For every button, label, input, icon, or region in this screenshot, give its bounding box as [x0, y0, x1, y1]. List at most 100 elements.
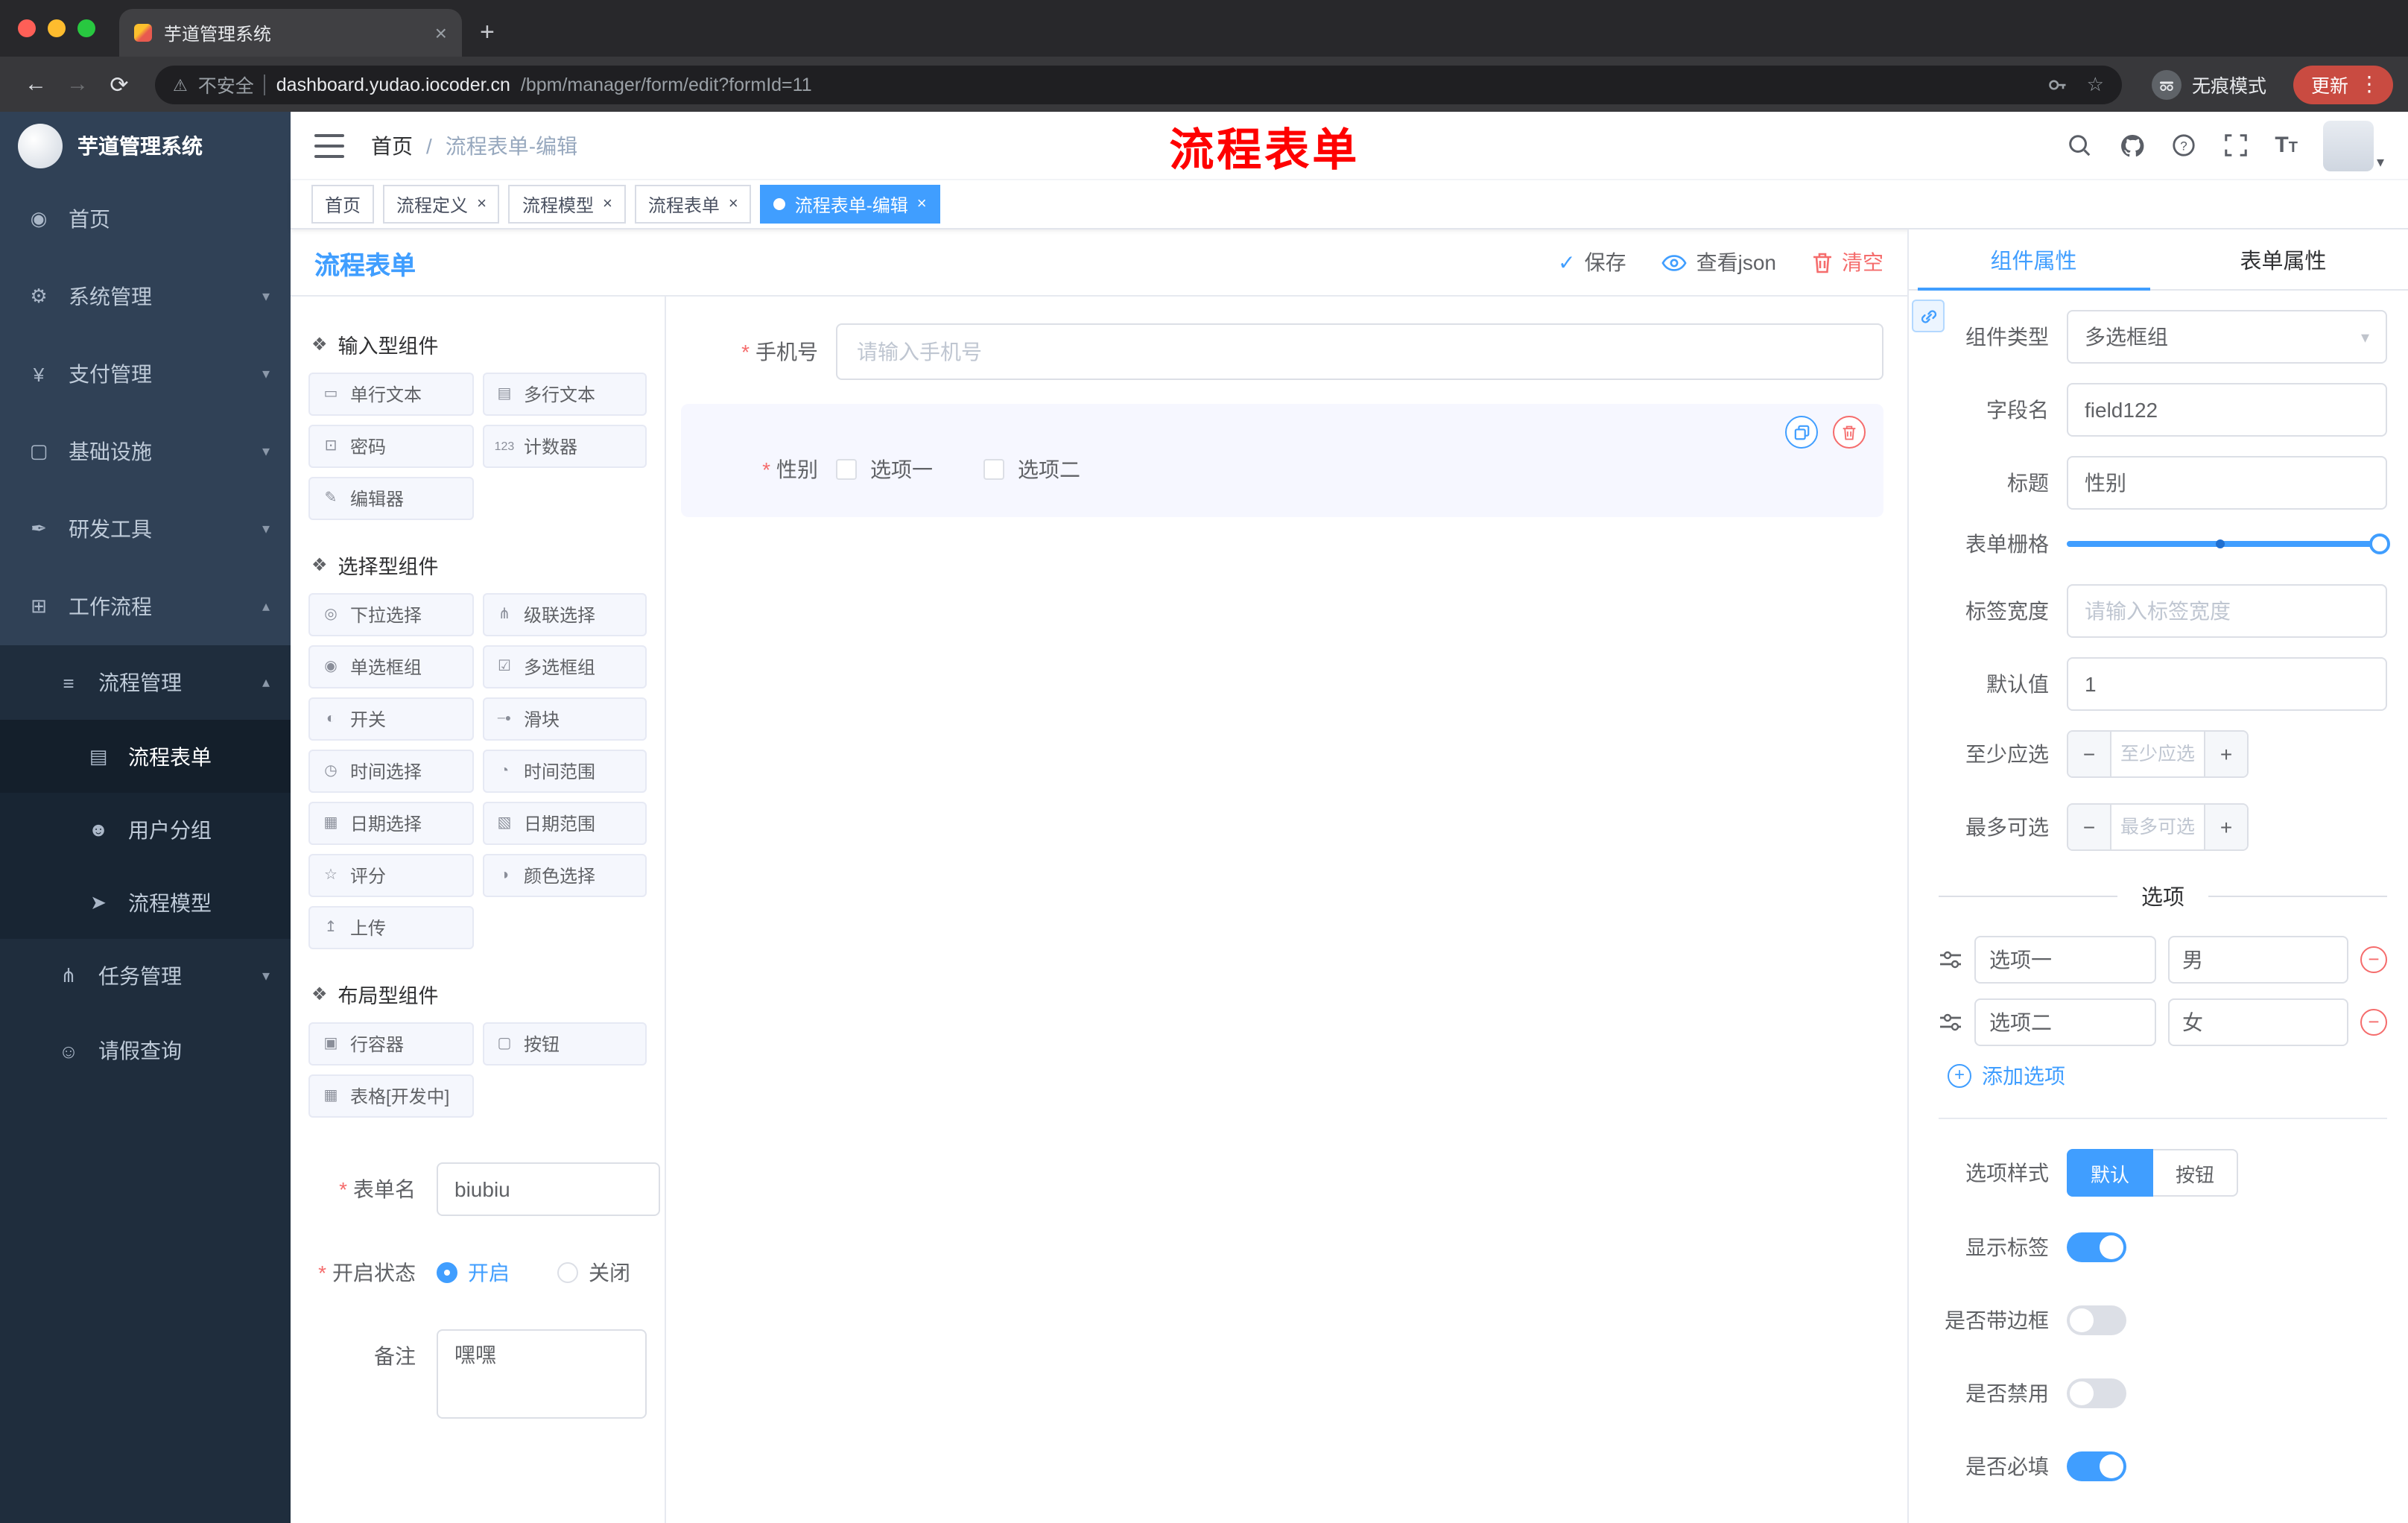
tag-close-icon[interactable] [603, 195, 612, 213]
palette-item-checkbox-group[interactable]: ☑ 多选框组 [482, 645, 647, 688]
font-size-icon[interactable]: TT [2275, 133, 2298, 158]
palette-item-cascader[interactable]: ⋔ 级联选择 [482, 593, 647, 636]
sidebar-item-process-model[interactable]: ➤ 流程模型 [0, 866, 291, 939]
update-button[interactable]: 更新 [2293, 65, 2393, 104]
palette-item-editor[interactable]: ✎ 编辑器 [308, 477, 473, 520]
palette-item-radio-group[interactable]: ◉ 单选框组 [308, 645, 473, 688]
tab-form-props[interactable]: 表单属性 [2158, 229, 2408, 289]
minus-button[interactable] [2068, 805, 2111, 849]
forward-button[interactable] [57, 72, 98, 97]
option-1-label-input[interactable] [1974, 936, 2155, 984]
tag-close-icon[interactable] [917, 195, 927, 213]
minus-button[interactable] [2068, 732, 2111, 776]
form-canvas[interactable]: 手机号 性别 [666, 297, 1907, 1523]
default-value-input[interactable] [2067, 657, 2387, 711]
bookmark-star-icon[interactable] [2087, 72, 2104, 96]
palette-item-rate[interactable]: ☆ 评分 [308, 854, 473, 897]
phone-field[interactable]: 手机号 [681, 323, 1883, 380]
required-toggle[interactable] [2067, 1451, 2126, 1481]
plus-button[interactable] [2204, 805, 2247, 849]
gender-field-selected[interactable]: 性别 选项一 选项二 [681, 404, 1883, 517]
palette-item-date-picker[interactable]: ▦ 日期选择 [308, 802, 473, 845]
sidebar-item-devtools[interactable]: ✒ 研发工具 [0, 490, 291, 568]
hamburger-icon[interactable] [314, 133, 344, 157]
palette-item-slider[interactable]: ─● 滑块 [482, 697, 647, 741]
tag-home[interactable]: 首页 [311, 185, 375, 224]
palette-item-time-range-picker[interactable]: ◔ 时间范围 [482, 750, 647, 793]
view-json-button[interactable]: 查看json [1661, 247, 1776, 277]
copy-field-button[interactable] [1785, 416, 1818, 449]
form-name-input[interactable] [437, 1162, 660, 1216]
palette-item-upload[interactable]: ↥ 上传 [308, 906, 473, 949]
form-grid-slider[interactable] [2067, 529, 2390, 559]
gender-option-2-checkbox[interactable]: 选项二 [983, 455, 1080, 484]
tag-process-definition[interactable]: 流程定义 [383, 185, 500, 224]
max-select-input[interactable] [2111, 805, 2204, 849]
user-menu[interactable] [2322, 120, 2384, 171]
sidebar-item-process-management[interactable]: ≡ 流程管理 [0, 645, 291, 720]
slider-handle[interactable] [2369, 533, 2390, 554]
palette-item-switch[interactable]: ◐ 开关 [308, 697, 473, 741]
palette-item-date-range-picker[interactable]: ▧ 日期范围 [482, 802, 647, 845]
palette-item-table[interactable]: ▦ 表格[开发中] [308, 1074, 473, 1118]
tag-process-form-edit[interactable]: 流程表单-编辑 [760, 185, 940, 224]
help-icon[interactable]: ? [2170, 132, 2197, 159]
palette-item-time-picker[interactable]: ◷ 时间选择 [308, 750, 473, 793]
delete-field-button[interactable] [1833, 416, 1866, 449]
disabled-toggle[interactable] [2067, 1378, 2126, 1408]
link-button[interactable] [1912, 300, 1945, 332]
remark-textarea[interactable]: 嘿嘿 [437, 1329, 647, 1419]
component-type-select[interactable]: 多选框组 [2067, 310, 2387, 364]
address-bar[interactable]: 不安全 dashboard.yudao.iocoder.cn/bpm/manag… [155, 65, 2122, 104]
status-on-radio[interactable]: 开启 [437, 1258, 510, 1288]
tag-process-form[interactable]: 流程表单 [634, 185, 752, 224]
palette-item-password[interactable]: ⊡ 密码 [308, 425, 473, 468]
status-off-radio[interactable]: 关闭 [557, 1258, 630, 1288]
search-icon[interactable] [2066, 132, 2093, 159]
palette-item-color-picker[interactable]: ◑ 颜色选择 [482, 854, 647, 897]
incognito-chip[interactable]: 无痕模式 [2137, 69, 2281, 99]
min-select-input[interactable] [2111, 732, 2204, 776]
new-tab-button[interactable] [480, 18, 495, 48]
drag-option-icon[interactable] [1939, 949, 1962, 970]
sidebar-item-user-group[interactable]: ☻ 用户分组 [0, 793, 291, 866]
sidebar-item-process-form[interactable]: ▤ 流程表单 [0, 720, 291, 793]
breadcrumb-home[interactable]: 首页 [371, 130, 413, 160]
password-key-icon[interactable] [2048, 74, 2069, 95]
sidebar-item-infrastructure[interactable]: ▢ 基础设施 [0, 413, 291, 490]
with-border-toggle[interactable] [2067, 1305, 2126, 1335]
option-style-button-button[interactable]: 按钮 [2153, 1149, 2239, 1197]
reload-button[interactable] [98, 71, 140, 98]
option-2-value-input[interactable] [2167, 998, 2348, 1046]
sidebar-item-workflow[interactable]: ⊞ 工作流程 [0, 568, 291, 645]
minimize-window-button[interactable] [48, 19, 66, 37]
tag-process-model[interactable]: 流程模型 [508, 185, 626, 224]
close-window-button[interactable] [18, 19, 36, 37]
gender-option-1-checkbox[interactable]: 选项一 [836, 455, 933, 484]
drag-option-icon[interactable] [1939, 1012, 1962, 1033]
save-button[interactable]: 保存 [1558, 247, 1626, 277]
phone-input[interactable] [836, 323, 1883, 380]
sidebar-item-leave-query[interactable]: ☺ 请假查询 [0, 1013, 291, 1088]
sidebar-item-task-management[interactable]: ⋔ 任务管理 [0, 939, 291, 1013]
palette-item-counter[interactable]: 123 计数器 [482, 425, 647, 468]
back-button[interactable] [15, 72, 57, 97]
sidebar-item-payment[interactable]: ¥ 支付管理 [0, 335, 291, 413]
github-icon[interactable] [2118, 132, 2145, 159]
browser-menu-icon[interactable] [2359, 72, 2380, 97]
tag-close-icon[interactable] [729, 195, 738, 213]
zoom-window-button[interactable] [77, 19, 95, 37]
plus-button[interactable] [2204, 732, 2247, 776]
tag-close-icon[interactable] [477, 195, 487, 213]
field-name-input[interactable] [2067, 383, 2387, 437]
title-input[interactable] [2067, 456, 2387, 510]
remove-option-button[interactable] [2360, 946, 2387, 973]
browser-tab[interactable]: 芋道管理系统 [119, 9, 462, 57]
palette-item-multi-line-text[interactable]: ▤ 多行文本 [482, 373, 647, 416]
remove-option-button[interactable] [2360, 1009, 2387, 1036]
show-label-toggle[interactable] [2067, 1232, 2126, 1262]
sidebar-item-home[interactable]: ◉ 首页 [0, 180, 291, 258]
option-1-value-input[interactable] [2167, 936, 2348, 984]
palette-item-select[interactable]: ◎ 下拉选择 [308, 593, 473, 636]
option-style-default-button[interactable]: 默认 [2067, 1149, 2154, 1197]
